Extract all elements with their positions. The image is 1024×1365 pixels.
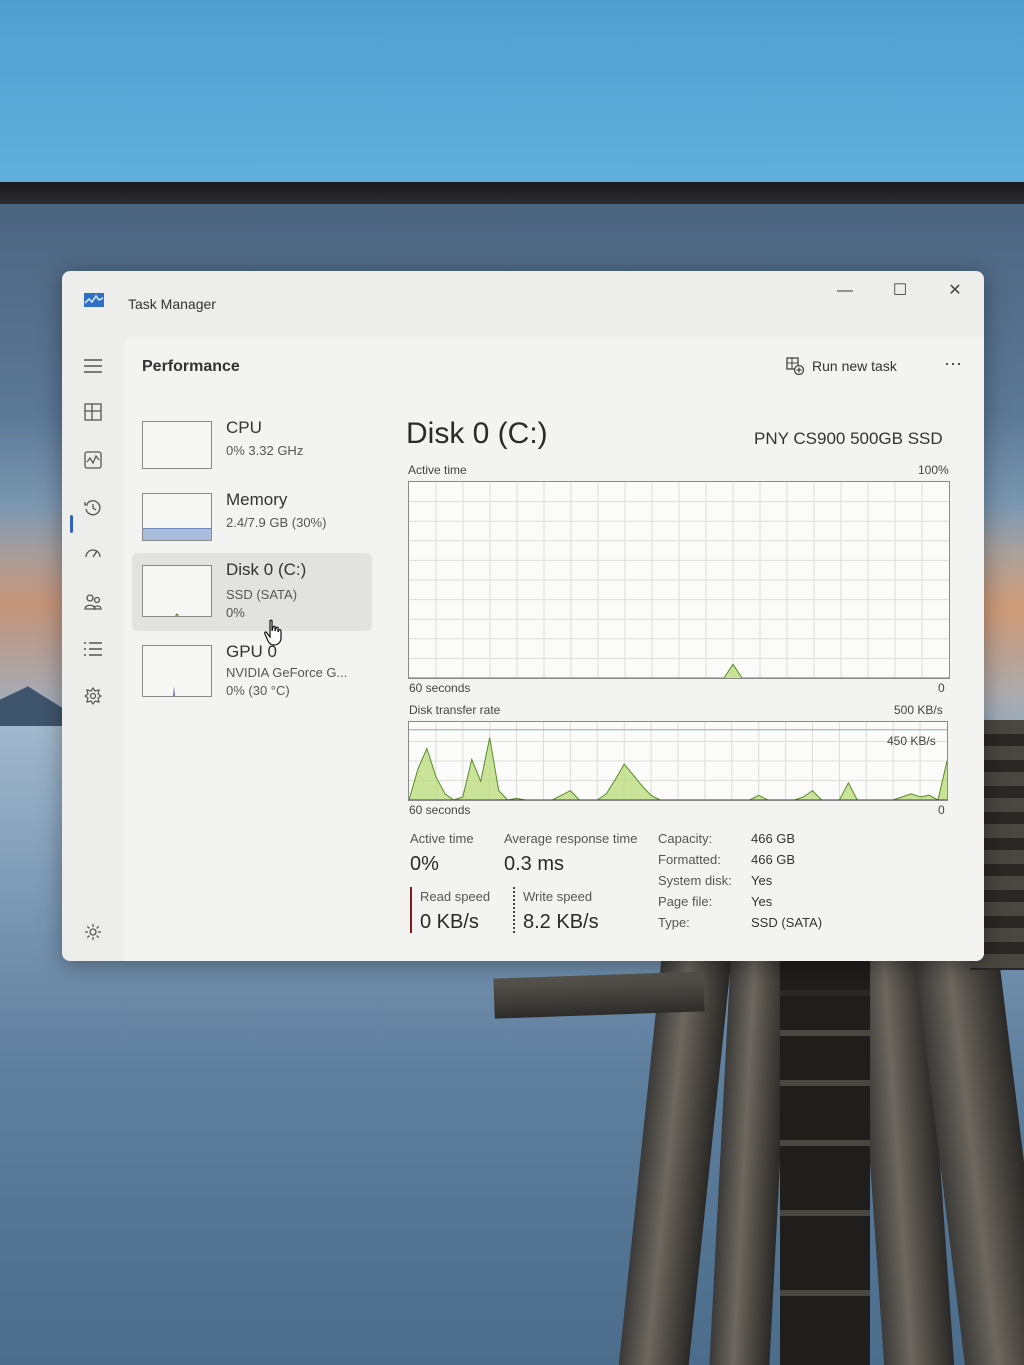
wallpaper-pier [618, 960, 1024, 1365]
close-button[interactable]: ✕ [932, 275, 978, 307]
type-key: Type: [658, 915, 690, 930]
active-time-chart-svg [409, 482, 949, 678]
write-speed-label: Write speed [523, 889, 593, 904]
active-time-stat-label: Active time [410, 831, 474, 846]
device-name: Memory [226, 490, 288, 509]
device-type: SSD (SATA) [226, 587, 298, 602]
nav-startup-apps[interactable] [78, 539, 108, 569]
nav-processes[interactable] [78, 397, 108, 427]
avg-response-label: Average response time [504, 831, 638, 846]
disk-title: Disk 0 (C:) [406, 417, 548, 450]
run-new-task-button[interactable]: Run new task [786, 353, 897, 379]
window-title: Task Manager [128, 296, 216, 312]
navigation-rail [62, 335, 124, 961]
active-time-chart-x-label: 60 seconds [409, 681, 471, 695]
write-speed-indicator [513, 887, 515, 933]
disk-model: PNY CS900 500GB SSD [754, 429, 943, 448]
maximize-button[interactable]: ☐ [877, 275, 923, 307]
hamburger-menu-button[interactable] [78, 351, 108, 381]
formatted-value: 466 GB [751, 852, 796, 867]
read-speed-value: 0 KB/s [420, 911, 479, 933]
page-file-value: Yes [751, 894, 773, 909]
device-item-gpu-0[interactable]: GPU 0 NVIDIA GeForce G... 0% (30 °C) [132, 635, 372, 709]
performance-page: Performance Run new task ··· CPU 0% 3.32… [124, 337, 984, 961]
settings-button[interactable] [78, 917, 108, 947]
capacity-value: 466 GB [751, 831, 796, 846]
run-new-task-label: Run new task [812, 358, 897, 374]
mouse-cursor-hand-icon [264, 619, 282, 646]
more-options-button[interactable]: ··· [938, 351, 968, 379]
transfer-rate-chart-label: Disk transfer rate [409, 703, 501, 717]
nav-performance[interactable] [78, 445, 108, 475]
page-file-key: Page file: [658, 894, 713, 909]
type-value: SSD (SATA) [751, 915, 823, 930]
system-disk-key: System disk: [658, 873, 732, 888]
active-time-chart [408, 481, 950, 679]
formatted-key: Formatted: [658, 852, 721, 867]
device-usage: 0% (30 °C) [226, 683, 290, 698]
minimize-button[interactable]: — [822, 275, 868, 307]
cpu-thumbnail-graph [142, 421, 212, 469]
disk-thumbnail-graph [142, 565, 212, 617]
nav-users[interactable] [78, 587, 108, 617]
write-speed-value: 8.2 KB/s [523, 911, 599, 933]
device-usage: 2.4/7.9 GB (30%) [226, 515, 327, 530]
transfer-rate-chart-min: 0 [938, 803, 945, 817]
maximize-icon: ☐ [892, 282, 908, 299]
active-time-chart-min: 0 [938, 681, 945, 695]
more-options-icon: ··· [944, 353, 962, 373]
active-time-chart-max: 100% [918, 463, 949, 477]
page-title: Performance [142, 358, 240, 375]
performance-icon [84, 451, 102, 469]
title-bar[interactable]: Task Manager — ☐ ✕ [62, 271, 984, 335]
selected-nav-indicator [70, 515, 73, 533]
processes-icon [84, 403, 102, 421]
active-time-stat-value: 0% [410, 853, 439, 875]
task-manager-window: Task Manager — ☐ ✕ Performance Run new t… [62, 271, 984, 961]
read-speed-indicator [410, 887, 412, 933]
device-name: CPU [226, 418, 262, 437]
gpu-thumbnail-graph [142, 645, 212, 697]
wallpaper-pier-beam [493, 971, 705, 1019]
details-icon [84, 642, 102, 656]
device-name: Disk 0 (C:) [226, 560, 307, 579]
memory-thumbnail-graph [142, 493, 212, 541]
services-icon [84, 687, 102, 705]
read-speed-label: Read speed [420, 889, 491, 904]
device-item-cpu[interactable]: CPU 0% 3.32 GHz [132, 411, 372, 485]
system-disk-value: Yes [751, 873, 773, 888]
hamburger-menu-icon [84, 359, 102, 373]
transfer-rate-chart-x-label: 60 seconds [409, 803, 471, 817]
device-usage: 0% 3.32 GHz [226, 443, 304, 458]
page-header: Performance Run new task ··· [124, 337, 984, 393]
run-new-task-icon [786, 357, 804, 375]
gear-icon [85, 924, 101, 940]
close-icon: ✕ [948, 282, 962, 299]
avg-response-value: 0.3 ms [504, 853, 565, 875]
monitor-bezel [0, 182, 1024, 204]
device-item-memory[interactable]: Memory 2.4/7.9 GB (30%) [132, 483, 372, 557]
capacity-key: Capacity: [658, 831, 713, 846]
nav-services[interactable] [78, 681, 108, 711]
transfer-rate-chart-max: 500 KB/s [894, 703, 943, 717]
device-item-disk-0[interactable]: Disk 0 (C:) SSD (SATA) 0% [132, 553, 372, 631]
transfer-rate-reference-label: 450 KB/s [887, 734, 936, 748]
users-icon [84, 594, 102, 610]
app-history-icon [84, 500, 101, 516]
task-manager-app-icon [84, 293, 104, 307]
active-time-chart-label: Active time [408, 463, 467, 477]
minimize-icon: — [837, 282, 853, 299]
transfer-rate-chart-svg [409, 722, 947, 800]
transfer-rate-chart: 450 KB/s [408, 721, 948, 801]
device-model: NVIDIA GeForce G... [226, 665, 348, 680]
device-usage: 0% [226, 605, 245, 620]
startup-apps-icon [85, 549, 101, 558]
nav-app-history[interactable] [78, 493, 108, 523]
nav-details[interactable] [78, 634, 108, 664]
wall-background [0, 0, 1024, 190]
